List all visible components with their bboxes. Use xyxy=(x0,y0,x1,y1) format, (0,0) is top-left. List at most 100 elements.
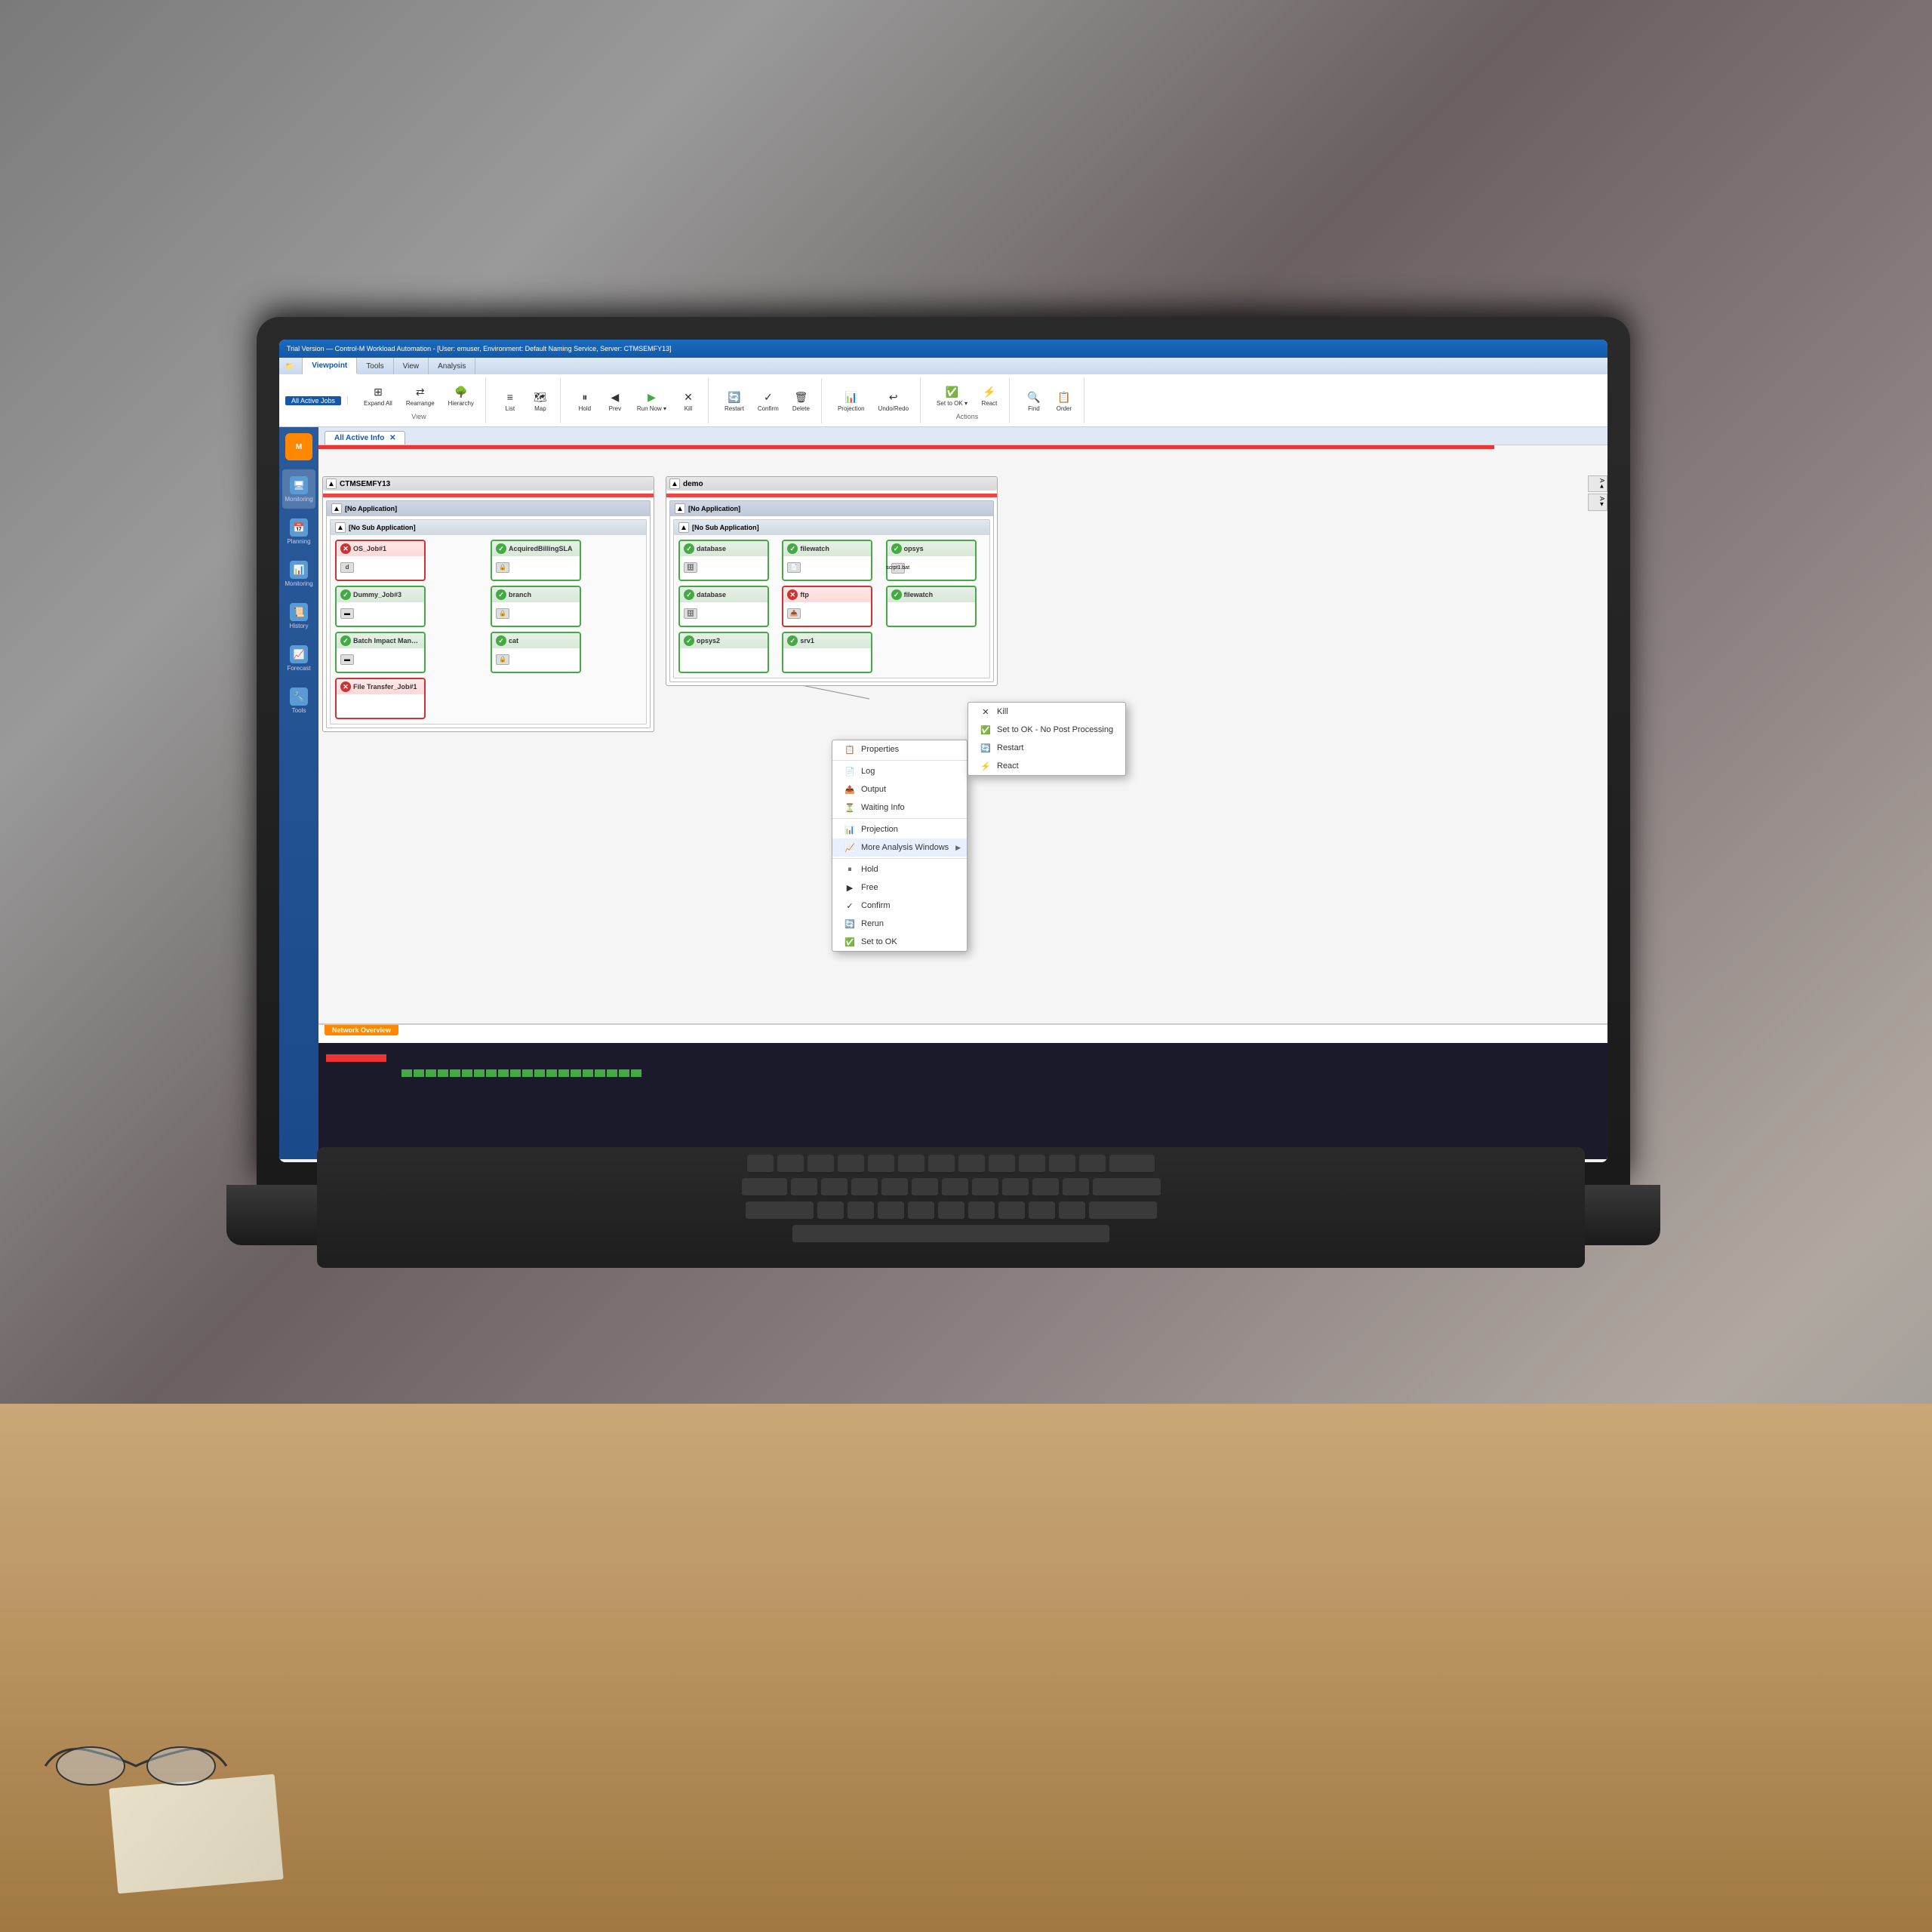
g5 xyxy=(450,1069,460,1077)
job-node-os-job1[interactable]: ✕ OS_Job#1 d xyxy=(335,540,426,581)
no-sub-collapse[interactable]: ▲ xyxy=(335,522,346,533)
menu-item-free[interactable]: ▶ Free xyxy=(832,878,967,897)
menu-item-set-to-ok[interactable]: ✅ Set to OK xyxy=(832,933,967,951)
sidebar-item-planning[interactable]: 📅 Planning xyxy=(282,512,315,551)
g7 xyxy=(474,1069,485,1077)
job-node-branch[interactable]: ✓ branch 🔒 xyxy=(491,586,581,627)
g13 xyxy=(546,1069,557,1077)
undoredo-icon: ↩ xyxy=(885,389,902,405)
menu-item-projection[interactable]: 📊 Projection xyxy=(832,820,967,838)
menu-item-more-analysis[interactable]: 📈 More Analysis Windows xyxy=(832,838,967,857)
rearrange-button[interactable]: ⇄ Rearrange xyxy=(401,380,440,410)
job-node-batch-impact[interactable]: ✓ Batch Impact Manag... ▬ xyxy=(335,632,426,673)
sidebar-item-forecast[interactable]: 📈 Forecast xyxy=(282,638,315,678)
map-button[interactable]: 🗺 Map xyxy=(527,386,554,415)
sidebar-item-tools[interactable]: 🔧 Tools xyxy=(282,681,315,720)
monitoring2-icon: 📊 xyxy=(290,561,308,579)
job-node-database2[interactable]: ✓ database 🗄 xyxy=(678,586,769,627)
expand-all-button[interactable]: ⊞ Expand All xyxy=(358,380,398,410)
hierarchy-button[interactable]: 🌳 Hierarchy xyxy=(443,380,479,410)
ribbon-group-set-ok: ✅ Set to OK ▾ ⚡ React Actions xyxy=(925,378,1010,423)
menu-item-rerun[interactable]: 🔄 Rerun xyxy=(832,915,967,933)
set-to-ok-ribbon-button[interactable]: ✅ Set to OK ▾ xyxy=(931,380,973,410)
menu-item-confirm[interactable]: ✓ Confirm xyxy=(832,897,967,915)
tab-file[interactable]: 📁 xyxy=(279,358,303,374)
job-node-srv1[interactable]: ✓ srv1 xyxy=(782,632,872,673)
menu-item-output[interactable]: 📤 Output xyxy=(832,780,967,798)
job-node-filewatch[interactable]: ✓ filewatch 📄 xyxy=(782,540,872,581)
tab-viewpoint[interactable]: Viewpoint xyxy=(303,358,357,374)
tools-label: Tools xyxy=(292,708,306,714)
sub-menu-item-set-ok-no-post[interactable]: ✅ Set to OK - No Post Processing xyxy=(968,721,1125,739)
run-now-button[interactable]: ▶ Run Now ▾ xyxy=(632,386,672,415)
list-button[interactable]: ≡ List xyxy=(497,386,524,415)
undoredo-button[interactable]: ↩ Undo/Redo xyxy=(873,386,914,415)
sidebar-item-monitoring[interactable]: 🖥 Monitoring xyxy=(282,469,315,509)
network-overview-tab[interactable]: Network Overview xyxy=(325,1025,398,1035)
job-node-billing-sla[interactable]: ✓ AcquiredBillingSLA 🔒 xyxy=(491,540,581,581)
job-node-dummy-job3[interactable]: ✓ Dummy_Job#3 ▬ xyxy=(335,586,426,627)
ctm-collapse-btn[interactable]: ▲ xyxy=(326,478,337,489)
prev-button[interactable]: ◀ Prev xyxy=(601,386,629,415)
free-menu-icon: ▶ xyxy=(844,882,855,893)
order-button[interactable]: 📋 Order xyxy=(1051,386,1078,415)
no-app-collapse[interactable]: ▲ xyxy=(331,503,342,514)
sidebar-item-history[interactable]: 📜 History xyxy=(282,596,315,635)
cat-header: ✓ cat xyxy=(492,633,580,648)
delete-button[interactable]: 🗑 Delete xyxy=(787,386,815,415)
demo-collapse-btn[interactable]: ▲ xyxy=(669,478,680,489)
key xyxy=(817,1201,844,1220)
view-group-label: View xyxy=(411,413,426,420)
key xyxy=(972,1178,998,1197)
opsys-header: ✓ opsys xyxy=(888,541,975,556)
tab-tools[interactable]: Tools xyxy=(357,358,393,374)
job-node-cat[interactable]: ✓ cat 🔒 xyxy=(491,632,581,673)
find-button[interactable]: 🔍 Find xyxy=(1020,386,1048,415)
restart-button[interactable]: 🔄 Restart xyxy=(719,386,749,415)
job-node-filewatch2[interactable]: ✓ filewatch xyxy=(886,586,977,627)
job-node-opsys[interactable]: ✓ opsys scrpt1.bat xyxy=(886,540,977,581)
batch-impact-status: ✓ xyxy=(340,635,351,646)
tab-view[interactable]: View xyxy=(394,358,429,374)
demo-no-app-collapse[interactable]: ▲ xyxy=(675,503,685,514)
job-node-ftp[interactable]: ✕ ftp 📤 xyxy=(782,586,872,627)
tab-close-icon[interactable]: ✕ xyxy=(389,434,395,442)
title-bar: Trial Version — Control-M Workload Autom… xyxy=(279,340,1607,358)
delete-icon: 🗑 xyxy=(792,389,809,405)
key xyxy=(938,1201,964,1220)
tab-analysis[interactable]: Analysis xyxy=(429,358,475,374)
menu-sep-3 xyxy=(832,858,967,859)
find-icon: 🔍 xyxy=(1026,389,1042,405)
demo-no-sub-app-group: ▲ [No Sub Application] xyxy=(673,519,990,678)
hierarchy-icon: 🌳 xyxy=(453,383,469,400)
menu-item-log[interactable]: 📄 Log xyxy=(832,762,967,780)
menu-item-properties[interactable]: 📋 Properties xyxy=(832,740,967,758)
sub-menu-item-restart[interactable]: 🔄 Restart xyxy=(968,739,1125,757)
sub-menu-item-react[interactable]: ⚡ React xyxy=(968,757,1125,775)
g19 xyxy=(619,1069,629,1077)
menu-item-waiting-info[interactable]: ⏳ Waiting Info xyxy=(832,798,967,817)
dummy-job3-status: ✓ xyxy=(340,589,351,600)
ftp-header: ✕ ftp xyxy=(783,587,871,602)
tab-all-active-info[interactable]: All Active Info ✕ xyxy=(325,431,405,445)
key-row-4 xyxy=(325,1225,1577,1244)
hold-button[interactable]: ⏸ Hold xyxy=(571,386,598,415)
diagram-area: A▲ A▼ xyxy=(318,445,1607,1159)
map-icon: 🗺 xyxy=(532,389,549,405)
no-app-header: ▲ [No Application] xyxy=(327,501,650,516)
projection-button[interactable]: 📊 Projection xyxy=(832,386,870,415)
demo-sub-collapse[interactable]: ▲ xyxy=(678,522,689,533)
confirm-button[interactable]: ✓ Confirm xyxy=(752,386,784,415)
job-node-opsys2[interactable]: ✓ opsys2 xyxy=(678,632,769,673)
sidebar-item-monitoring2[interactable]: 📊 Monitoring xyxy=(282,554,315,593)
job-node-database[interactable]: ✓ database 🗄 xyxy=(678,540,769,581)
menu-item-hold[interactable]: ⏸ Hold xyxy=(832,860,967,878)
sub-menu-item-kill[interactable]: ✕ Kill xyxy=(968,703,1125,721)
more-analysis-icon: 📈 xyxy=(844,842,855,853)
ribbon-group-actions: ⏸ Hold ◀ Prev ▶ Run Now ▾ xyxy=(565,378,709,423)
kill-button[interactable]: ✕ Kill xyxy=(675,386,702,415)
react-button[interactable]: ⚡ React xyxy=(976,380,1003,410)
hold-menu-icon: ⏸ xyxy=(844,864,855,875)
job-node-file-transfer[interactable]: ✕ File Transfer_Job#1 xyxy=(335,678,426,719)
demo-jobs-grid: ✓ database 🗄 xyxy=(674,535,989,678)
